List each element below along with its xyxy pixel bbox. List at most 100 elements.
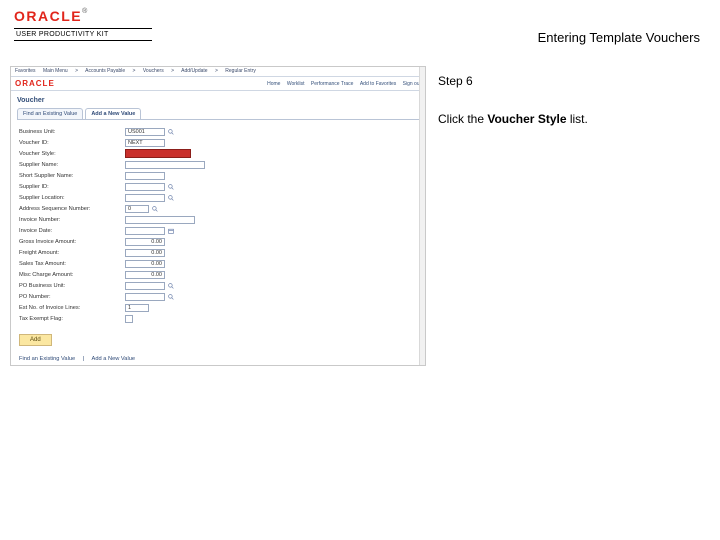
row-pobu: PO Business Unit: <box>19 280 419 291</box>
brand-bar: ORACLE Home Worklist Performance Trace A… <box>11 77 425 91</box>
label-addr-seq: Address Sequence Number: <box>19 206 125 212</box>
label-ponum: PO Number: <box>19 294 125 300</box>
row-gross: Gross Invoice Amount: 0.00 <box>19 236 419 247</box>
label-supplier-name: Supplier Name: <box>19 162 125 168</box>
crumb-main[interactable]: Main Menu <box>43 68 68 74</box>
row-invoice-date: Invoice Date: <box>19 225 419 236</box>
oracle-logo: ORACLE® USER PRODUCTIVITY KIT <box>14 8 152 41</box>
row-supplier-name: Supplier Name: <box>19 159 419 170</box>
row-voucher-id: Voucher ID: NEXT <box>19 137 419 148</box>
crumb-addupdate[interactable]: Add/Update <box>181 68 207 74</box>
footer-add[interactable]: Add a New Value <box>92 356 136 362</box>
row-addr-seq: Address Sequence Number: 0 <box>19 203 419 214</box>
component-title: Voucher <box>11 91 425 106</box>
lookup-icon[interactable] <box>167 282 175 290</box>
ponum-input[interactable] <box>125 293 165 301</box>
row-supplier-loc: Supplier Location: <box>19 192 419 203</box>
step-text-bold: Voucher Style <box>487 112 566 126</box>
row-salestax: Sales Tax Amount: 0.00 <box>19 258 419 269</box>
label-supplier-loc: Supplier Location: <box>19 195 125 201</box>
step-text: Click the Voucher Style list. <box>438 112 710 126</box>
crumb-regular[interactable]: Regular Entry <box>225 68 256 74</box>
label-taxexempt: Tax Exempt Flag: <box>19 316 125 322</box>
row-short-supplier: Short Supplier Name: <box>19 170 419 181</box>
oracle-wordmark: ORACLE <box>14 8 82 24</box>
misc-amount-input[interactable]: 0.00 <box>125 271 165 279</box>
lookup-icon[interactable] <box>167 183 175 191</box>
supplier-id-input[interactable] <box>125 183 165 191</box>
row-business-unit: Business Unit: US001 <box>19 126 419 137</box>
label-misc: Misc Charge Amount: <box>19 272 125 278</box>
instruction-panel: Step 6 Click the Voucher Style list. <box>430 60 720 366</box>
row-invoice-num: Invoice Number: <box>19 214 419 225</box>
tab-strip: Find an Existing Value Add a New Value <box>11 108 425 119</box>
freight-amount-input[interactable]: 0.00 <box>125 249 165 257</box>
label-estlines: Est No. of Invoice Lines: <box>19 305 125 311</box>
step-text-suf: list. <box>567 112 588 126</box>
invoice-num-input[interactable] <box>125 216 195 224</box>
lookup-icon[interactable] <box>167 293 175 301</box>
voucher-style-list[interactable] <box>125 149 191 158</box>
taxexempt-checkbox[interactable] <box>125 315 133 323</box>
voucher-form: Business Unit: US001 Voucher ID: NEXT Vo… <box>11 120 425 328</box>
pobu-input[interactable] <box>125 282 165 290</box>
tab-add[interactable]: Add a New Value <box>85 108 141 119</box>
label-invoice-date: Invoice Date: <box>19 228 125 234</box>
row-freight: Freight Amount: 0.00 <box>19 247 419 258</box>
label-salestax: Sales Tax Amount: <box>19 261 125 267</box>
row-supplier-id: Supplier ID: <box>19 181 419 192</box>
business-unit-input[interactable]: US001 <box>125 128 165 136</box>
short-supplier-input[interactable] <box>125 172 165 180</box>
footer-links: Find an Existing Value | Add a New Value <box>11 346 425 362</box>
crumb-vouchers[interactable]: Vouchers <box>143 68 164 74</box>
app-oracle-logo: ORACLE <box>15 79 55 88</box>
oracle-trademark: ® <box>82 8 87 15</box>
gross-amount-input[interactable]: 0.00 <box>125 238 165 246</box>
step-label: Step 6 <box>438 74 710 88</box>
label-invoice-num: Invoice Number: <box>19 217 125 223</box>
lookup-icon[interactable] <box>167 128 175 136</box>
row-voucher-style: Voucher Style: <box>19 148 419 159</box>
label-voucher-style: Voucher Style: <box>19 151 125 157</box>
global-nav: Home Worklist Performance Trace Add to F… <box>262 81 421 87</box>
lookup-icon[interactable] <box>151 205 159 213</box>
salestax-amount-input[interactable]: 0.00 <box>125 260 165 268</box>
estlines-input[interactable]: 1 <box>125 304 149 312</box>
add-button[interactable]: Add <box>19 334 52 346</box>
crumb-ap[interactable]: Accounts Payable <box>85 68 125 74</box>
page-title: Entering Template Vouchers <box>538 30 700 45</box>
voucher-id-input[interactable]: NEXT <box>125 139 165 147</box>
scrollbar[interactable] <box>419 67 425 365</box>
tab-find[interactable]: Find an Existing Value <box>17 108 83 119</box>
calendar-icon[interactable] <box>167 227 175 235</box>
thumbnail-column: Favorites Main Menu > Accounts Payable >… <box>0 60 430 366</box>
label-voucher-id: Voucher ID: <box>19 140 125 146</box>
breadcrumb: Favorites Main Menu > Accounts Payable >… <box>11 67 425 77</box>
label-pobu: PO Business Unit: <box>19 283 125 289</box>
label-short-supplier: Short Supplier Name: <box>19 173 125 179</box>
crumb-favorites[interactable]: Favorites <box>15 68 36 74</box>
label-freight: Freight Amount: <box>19 250 125 256</box>
page-header: ORACLE® USER PRODUCTIVITY KIT Entering T… <box>0 0 720 60</box>
label-supplier-id: Supplier ID: <box>19 184 125 190</box>
row-ponum: PO Number: <box>19 291 419 302</box>
body: Favorites Main Menu > Accounts Payable >… <box>0 60 720 366</box>
step-text-pre: Click the <box>438 112 487 126</box>
nav-home[interactable]: Home <box>267 81 280 87</box>
row-estlines: Est No. of Invoice Lines: 1 <box>19 302 419 313</box>
label-gross: Gross Invoice Amount: <box>19 239 125 245</box>
invoice-date-input[interactable] <box>125 227 165 235</box>
upk-bar: USER PRODUCTIVITY KIT <box>14 28 152 41</box>
lookup-icon[interactable] <box>167 194 175 202</box>
app-screenshot: Favorites Main Menu > Accounts Payable >… <box>10 66 426 366</box>
nav-worklist[interactable]: Worklist <box>287 81 305 87</box>
nav-fav[interactable]: Add to Favorites <box>360 81 396 87</box>
row-misc: Misc Charge Amount: 0.00 <box>19 269 419 280</box>
supplier-name-input[interactable] <box>125 161 205 169</box>
nav-perf[interactable]: Performance Trace <box>311 81 354 87</box>
supplier-loc-input[interactable] <box>125 194 165 202</box>
row-taxexempt: Tax Exempt Flag: <box>19 313 419 324</box>
label-business-unit: Business Unit: <box>19 129 125 135</box>
addr-seq-input[interactable]: 0 <box>125 205 149 213</box>
footer-find[interactable]: Find an Existing Value <box>19 356 75 362</box>
